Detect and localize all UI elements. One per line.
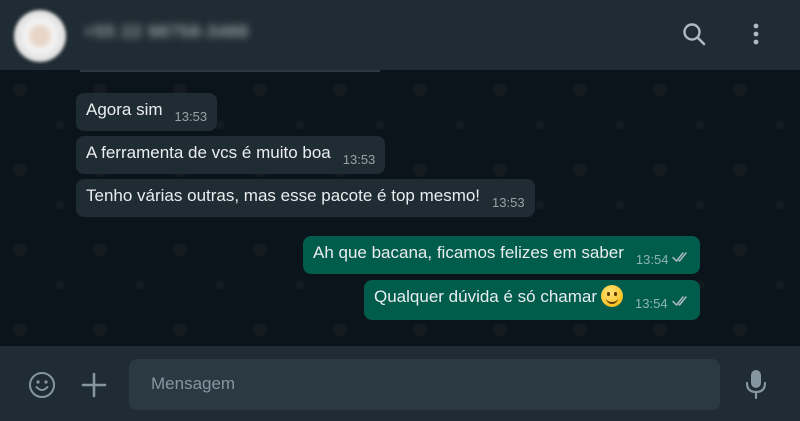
message-time: 13:53 (492, 195, 525, 210)
plus-icon[interactable] (80, 371, 108, 399)
search-icon[interactable] (680, 20, 708, 48)
microphone-icon[interactable] (742, 368, 770, 400)
message-list[interactable]: Agora sim 13:53 A ferramenta de vcs é mui… (0, 70, 800, 346)
emoji-icon[interactable] (27, 370, 57, 400)
message-text: Qualquer dúvida é só chamar (374, 287, 598, 306)
message-text: Agora sim (86, 100, 163, 119)
composer-bar: Mensagem (0, 346, 800, 421)
message-time: 13:54 (635, 296, 668, 311)
contact-avatar[interactable] (14, 10, 66, 62)
message-incoming[interactable]: Tenho várias outras, mas esse pacote é t… (76, 179, 535, 217)
smiling-face-emoji-icon (601, 285, 624, 307)
more-vertical-icon[interactable] (742, 20, 770, 48)
chat-header: +55 22 98758-3488 (0, 0, 800, 70)
message-input-placeholder: Mensagem (151, 374, 236, 393)
message-outgoing[interactable]: Ah que bacana, ficamos felizes em saber 1… (303, 236, 701, 274)
message-time: 13:54 (635, 252, 669, 267)
message-text: Tenho várias outras, mas esse pacote é t… (86, 186, 481, 205)
contact-name[interactable]: +55 22 98758-3488 (84, 22, 249, 42)
divider (80, 70, 380, 72)
message-text: A ferramenta de vcs é muito boa (86, 143, 331, 162)
message-input[interactable]: Mensagem (129, 359, 720, 410)
message-time: 13:53 (174, 109, 208, 124)
message-incoming[interactable]: Agora sim 13:53 (76, 93, 218, 131)
message-text: Ah que bacana, ficamos felizes em saber (313, 243, 624, 262)
double-check-icon (672, 252, 688, 262)
message-outgoing[interactable]: Qualquer dúvida é só chamar 13:54 (364, 280, 700, 320)
double-check-icon (671, 296, 687, 306)
message-incoming[interactable]: A ferramenta de vcs é muito boa 13:53 (76, 136, 386, 174)
message-time: 13:53 (342, 152, 376, 167)
